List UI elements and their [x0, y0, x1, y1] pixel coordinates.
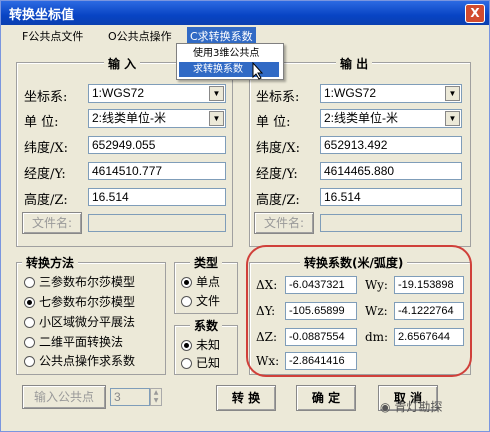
input-panel-heading: 输 入	[104, 55, 141, 72]
input-coord-sys-value: 1:WGS72	[92, 86, 145, 100]
output-lon-field[interactable]: 4614465.880	[320, 162, 462, 180]
spin-arrows-icon[interactable]: ▲ ▼	[150, 388, 162, 406]
chevron-down-icon: ▼	[445, 86, 460, 101]
watermark: ◉ 青灯勘探	[380, 398, 442, 415]
input-coord-sys-label: 坐标系:	[24, 90, 68, 105]
dm-label: dm:	[365, 330, 389, 344]
radio-icon	[181, 296, 192, 307]
method-option[interactable]: 公共点操作求系数	[24, 352, 135, 369]
type-option[interactable]: 单点	[181, 273, 220, 290]
common-point-count-field[interactable]: 3	[110, 388, 150, 406]
window-title: 转换坐标值	[9, 8, 75, 23]
output-lat-label: 纬度/X:	[256, 141, 301, 156]
method-heading: 转换方法	[22, 254, 79, 271]
radio-checked-icon	[181, 277, 192, 288]
input-coord-sys-select[interactable]: 1:WGS72 ▼	[88, 84, 226, 103]
wechat-icon: ◉	[380, 400, 391, 414]
wy-field[interactable]: -19.153898	[394, 276, 464, 294]
output-coord-sys-select[interactable]: 1:WGS72 ▼	[320, 84, 462, 103]
dx-label: ΔX:	[256, 278, 278, 292]
watermark-text: 青灯勘探	[394, 400, 443, 414]
output-unit-label: 单 位:	[256, 115, 291, 130]
chevron-down-icon: ▼	[209, 86, 224, 101]
input-unit-select[interactable]: 2:线类单位-米 ▼	[88, 109, 226, 128]
coef-heading: 系数	[190, 317, 223, 334]
radio-icon	[181, 358, 192, 369]
wz-label: Wz:	[365, 304, 388, 318]
chevron-down-icon: ▼	[445, 111, 460, 126]
output-panel-heading: 输 出	[336, 55, 373, 72]
dy-label: ΔY:	[256, 304, 276, 318]
output-lat-field[interactable]: 652913.492	[320, 136, 462, 154]
output-height-field[interactable]: 16.514	[320, 188, 462, 206]
dz-label: ΔZ:	[256, 330, 278, 344]
method-option[interactable]: 二维平面转换法	[24, 333, 123, 350]
output-unit-select[interactable]: 2:线类单位-米 ▼	[320, 109, 462, 128]
input-lat-label: 纬度/X:	[24, 141, 69, 156]
output-lon-label: 经度/Y:	[256, 167, 298, 182]
dm-field[interactable]: 2.6567644	[394, 328, 464, 346]
input-lon-field[interactable]: 4614510.777	[88, 162, 226, 180]
input-unit-value: 2:线类单位-米	[92, 111, 167, 125]
radio-checked-icon	[181, 340, 192, 351]
input-filename-button[interactable]: 文件名:	[22, 212, 82, 234]
output-coord-sys-value: 1:WGS72	[324, 86, 377, 100]
menu-common-file[interactable]: F公共点文件	[19, 27, 86, 45]
output-coord-sys-label: 坐标系:	[256, 90, 300, 105]
wz-field[interactable]: -4.1222764	[394, 302, 464, 320]
coef-option[interactable]: 已知	[181, 354, 220, 371]
dz-field[interactable]: -0.0887554	[285, 328, 357, 346]
wx-label: Wx:	[256, 354, 280, 368]
type-heading: 类型	[190, 254, 223, 271]
dropdown-item-use-3d[interactable]: 使用3维公共点	[179, 46, 279, 61]
output-filename-button[interactable]: 文件名:	[254, 212, 314, 234]
method-option[interactable]: 三参数布尔莎模型	[24, 273, 135, 290]
input-height-field[interactable]: 16.514	[88, 188, 226, 206]
output-height-label: 高度/Z:	[256, 193, 300, 208]
chevron-down-icon: ▼	[209, 111, 224, 126]
menu-common-ops[interactable]: O公共点操作	[105, 27, 175, 45]
radio-checked-icon	[24, 297, 35, 308]
input-unit-label: 单 位:	[24, 115, 59, 130]
output-unit-value: 2:线类单位-米	[324, 111, 399, 125]
coef-option[interactable]: 未知	[181, 336, 220, 353]
input-lon-label: 经度/Y:	[24, 167, 66, 182]
output-filename-field[interactable]	[320, 214, 462, 232]
radio-icon	[24, 317, 35, 328]
close-button[interactable]: X	[465, 4, 485, 23]
input-lat-field[interactable]: 652949.055	[88, 136, 226, 154]
input-filename-field[interactable]	[88, 214, 226, 232]
dx-field[interactable]: -6.0437321	[285, 276, 357, 294]
ok-button[interactable]: 确 定	[296, 385, 356, 411]
mouse-cursor-icon	[252, 62, 264, 80]
radio-icon	[24, 277, 35, 288]
dropdown-menu: 使用3维公共点 求转换系数	[176, 43, 284, 80]
wy-label: Wy:	[365, 278, 388, 292]
title-bar: 转换坐标值 X	[1, 1, 489, 25]
input-common-point-button[interactable]: 输入公共点	[22, 385, 106, 409]
input-height-label: 高度/Z:	[24, 193, 68, 208]
radio-icon	[24, 337, 35, 348]
method-option[interactable]: 七参数布尔莎模型	[24, 293, 135, 310]
radio-icon	[24, 356, 35, 367]
type-option[interactable]: 文件	[181, 292, 220, 309]
wx-field[interactable]: -2.8641416	[285, 352, 357, 370]
method-option[interactable]: 小区域微分平展法	[24, 313, 135, 330]
dropdown-item-compute-coef[interactable]: 求转换系数	[179, 62, 279, 77]
menu-bar: F公共点文件 O公共点操作 C求转换系数	[1, 25, 489, 45]
dy-field[interactable]: -105.65899	[285, 302, 357, 320]
convert-button[interactable]: 转 换	[216, 385, 276, 411]
